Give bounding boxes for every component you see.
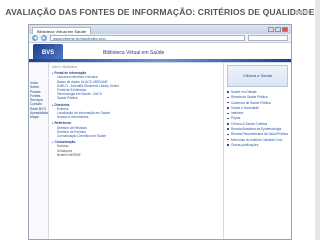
page-body: Início Sobre Portais Fontes Serviços Con… (29, 63, 291, 239)
section-link[interactable]: Acesso a documentos (52, 115, 220, 119)
sidebar-link[interactable]: Outras publicações (227, 143, 288, 147)
forward-icon[interactable]: ▶ (41, 35, 47, 41)
close-icon[interactable] (282, 27, 288, 32)
search-input[interactable] (248, 35, 288, 41)
right-sidebar: Ciência e Saúde Saúde em Debate Revista … (223, 63, 291, 239)
sidebar-link[interactable]: Revista de Saúde Pública (227, 95, 288, 99)
breadcrumb[interactable]: Início » Biblioteca (52, 65, 220, 69)
address-bar[interactable]: www.bireme.br/php/index.php (50, 35, 245, 41)
browser-window: Biblioteca Virtual em Saúde ◀ ▶ www.bire… (28, 24, 292, 240)
minimize-icon[interactable] (268, 27, 274, 32)
browser-tab[interactable]: Biblioteca Virtual em Saúde (32, 27, 92, 34)
browser-navbar: ◀ ▶ www.bireme.br/php/index.php (29, 34, 291, 43)
maximize-icon[interactable] (275, 27, 281, 32)
decorative-dots (294, 1, 316, 14)
header-stripe (29, 59, 291, 62)
sidebar-link[interactable]: Physis (227, 116, 288, 120)
left-navigation: Início Sobre Portais Fontes Serviços Con… (29, 63, 49, 239)
sidebar-link[interactable]: Memórias do Instituto Oswaldo Cruz (227, 138, 288, 142)
nav-item[interactable]: Mapa (30, 115, 48, 119)
window-controls (268, 27, 288, 32)
back-icon[interactable]: ◀ (32, 35, 38, 41)
main-content: Início » Biblioteca Portal de Informação… (49, 63, 223, 239)
section-text[interactable]: Boletim BIREME (52, 153, 220, 157)
featured-box[interactable]: Ciência e Saúde (227, 65, 288, 87)
site-header: BVS Biblioteca Virtual em Saúde (29, 43, 291, 63)
sidebar-link[interactable]: Ciência & Saúde Coletiva (227, 122, 288, 126)
site-title: Biblioteca Virtual em Saúde (103, 49, 165, 56)
sidebar-link[interactable]: Cadernos de Saúde Pública (227, 101, 288, 105)
sidebar-link[interactable]: Saúde e Sociedade (227, 106, 288, 110)
section-link[interactable]: Comunicação Científica em Saúde (52, 134, 220, 138)
sidebar-link[interactable]: Saúde em Debate (227, 90, 288, 94)
browser-titlebar: Biblioteca Virtual em Saúde (29, 25, 291, 34)
slide-title: AVALIAÇÃO DAS FONTES DE INFORMAÇÃO: CRIT… (5, 7, 315, 17)
sidebar-link[interactable]: Revista Brasileira de Epidemiologia (227, 127, 288, 131)
sidebar-link[interactable]: Revista Panamericana de Salud Pública (227, 132, 288, 136)
slide-accent-bar (315, 0, 320, 240)
sidebar-link[interactable]: Interface (227, 111, 288, 115)
section-link[interactable]: Saúde Pública (52, 96, 220, 100)
